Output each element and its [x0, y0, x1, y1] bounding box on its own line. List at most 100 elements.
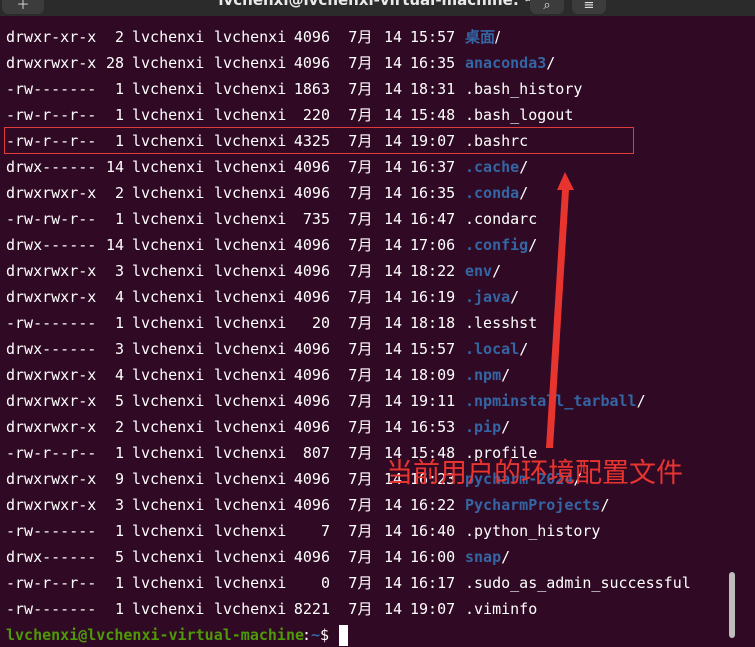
link-count: 4: [114, 288, 124, 306]
modified-time: 16:40: [410, 522, 456, 540]
link-count: 2: [114, 418, 124, 436]
modified-time: 19:07: [410, 600, 456, 618]
file-size: 1863: [293, 80, 330, 98]
link-count: 14: [105, 236, 124, 254]
file-name: .config: [465, 232, 537, 258]
file-size: 4096: [293, 54, 330, 72]
file-size: 4096: [293, 496, 330, 514]
modified-month: 7月: [348, 54, 373, 72]
modified-day: 14: [384, 158, 403, 176]
file-size: 7: [320, 522, 330, 540]
file-name: env: [465, 258, 501, 284]
link-count: 1: [114, 80, 124, 98]
file-permissions: drwxrwxr-x: [6, 496, 97, 514]
file-permissions: -rw-------: [6, 522, 97, 540]
file-permissions: -rw-r--r--: [6, 132, 97, 150]
link-count: 3: [114, 496, 124, 514]
file-permissions: drwx------: [6, 158, 97, 176]
file-permissions: -rw-r--r--: [6, 444, 97, 462]
file-permissions: drwxrwxr-x: [6, 288, 97, 306]
file-group: lvchenxi: [214, 574, 287, 592]
file-size: 4096: [293, 470, 330, 488]
scrollbar-thumb[interactable]: [729, 572, 735, 638]
file-group: lvchenxi: [214, 548, 287, 566]
file-size: 4096: [293, 288, 330, 306]
file-permissions: drwxrwxr-x: [6, 418, 97, 436]
file-permissions: -rw-------: [6, 600, 97, 618]
modified-day: 14: [384, 210, 403, 228]
file-group: lvchenxi: [214, 522, 287, 540]
link-count: 1: [114, 132, 124, 150]
file-group: lvchenxi: [214, 28, 287, 46]
file-group: lvchenxi: [214, 158, 287, 176]
terminal-output[interactable]: drwxr-xr-x 2 lvchenxi lvchenxi 4096 7月 14 15:57…: [0, 24, 755, 647]
file-name: .npminstall_tarball: [465, 388, 646, 414]
file-permissions: -rw-r--r--: [6, 574, 97, 592]
file-owner: lvchenxi: [132, 28, 205, 46]
file-size: 4096: [293, 184, 330, 202]
file-owner: lvchenxi: [132, 158, 205, 176]
modified-time: 19:07: [410, 132, 456, 150]
file-size: 4096: [293, 340, 330, 358]
file-size: 4096: [293, 366, 330, 384]
link-count: 28: [105, 54, 124, 72]
listing-row: drwxrwxr-x 28 lvchenxi lvchenxi 4096 7月 14 16:3…: [0, 50, 755, 76]
listing-row: drwx------ 14 lvchenxi lvchenxi 4096 7月 14 16:3…: [0, 154, 755, 180]
file-owner: lvchenxi: [132, 132, 205, 150]
modified-time: 16:22: [410, 496, 456, 514]
link-count: 1: [114, 210, 124, 228]
file-owner: lvchenxi: [132, 340, 205, 358]
file-size: 4096: [293, 28, 330, 46]
file-size: 4325: [293, 132, 330, 150]
file-permissions: drwx------: [6, 236, 97, 254]
modified-month: 7月: [348, 158, 373, 176]
file-owner: lvchenxi: [132, 574, 205, 592]
file-owner: lvchenxi: [132, 522, 205, 540]
file-permissions: drwxrwxr-x: [6, 262, 97, 280]
file-owner: lvchenxi: [132, 392, 205, 410]
file-permissions: drwxrwxr-x: [6, 54, 97, 72]
search-icon[interactable]: ⌕: [530, 0, 564, 14]
file-name: PycharmProjects: [465, 492, 610, 518]
modified-time: 18:09: [410, 366, 456, 384]
file-group: lvchenxi: [214, 184, 287, 202]
listing-row: -rw-r--r-- 1 lvchenxi lvchenxi 4325 7月 14 19:07…: [0, 128, 755, 154]
file-size: 4096: [293, 548, 330, 566]
file-group: lvchenxi: [214, 314, 287, 332]
file-name: .lesshst: [465, 314, 538, 332]
file-owner: lvchenxi: [132, 548, 205, 566]
listing-row: drwx------ 5 lvchenxi lvchenxi 4096 7月 14 16:00…: [0, 544, 755, 570]
modified-time: 16:47: [410, 210, 456, 228]
listing-row: drwxrwxr-x 3 lvchenxi lvchenxi 4096 7月 14 18:22…: [0, 258, 755, 284]
file-name: .java: [465, 284, 519, 310]
modified-day: 14: [384, 184, 403, 202]
title-bar: ＋ lvchenxi@lvchenxi-virtual-machine: ~ ⌕…: [0, 0, 755, 16]
modified-time: 16:00: [410, 548, 456, 566]
modified-time: 16:37: [410, 158, 456, 176]
link-count: 4: [114, 366, 124, 384]
file-owner: lvchenxi: [132, 210, 205, 228]
modified-time: 18:18: [410, 314, 456, 332]
file-permissions: -rw-r--r--: [6, 106, 97, 124]
hamburger-menu-icon[interactable]: ≡: [572, 0, 606, 14]
file-size: 0: [320, 574, 330, 592]
modified-day: 14: [384, 574, 403, 592]
prompt-sign: $: [320, 626, 330, 644]
shell-prompt[interactable]: lvchenxi@lvchenxi-virtual-machine: ~ $: [0, 622, 755, 647]
modified-month: 7月: [348, 574, 373, 592]
annotation-label: 当前用户的环境配置文件: [386, 458, 683, 489]
modified-time: 15:48: [410, 106, 456, 124]
link-count: 3: [114, 340, 124, 358]
modified-month: 7月: [348, 28, 373, 46]
link-count: 1: [114, 106, 124, 124]
modified-month: 7月: [348, 106, 373, 124]
modified-month: 7月: [348, 366, 373, 384]
modified-day: 14: [384, 600, 403, 618]
modified-day: 14: [384, 496, 403, 514]
file-owner: lvchenxi: [132, 444, 205, 462]
file-group: lvchenxi: [214, 366, 287, 384]
file-size: 20: [311, 314, 330, 332]
modified-month: 7月: [348, 184, 373, 202]
file-name: .conda: [465, 180, 528, 206]
modified-day: 14: [384, 340, 403, 358]
